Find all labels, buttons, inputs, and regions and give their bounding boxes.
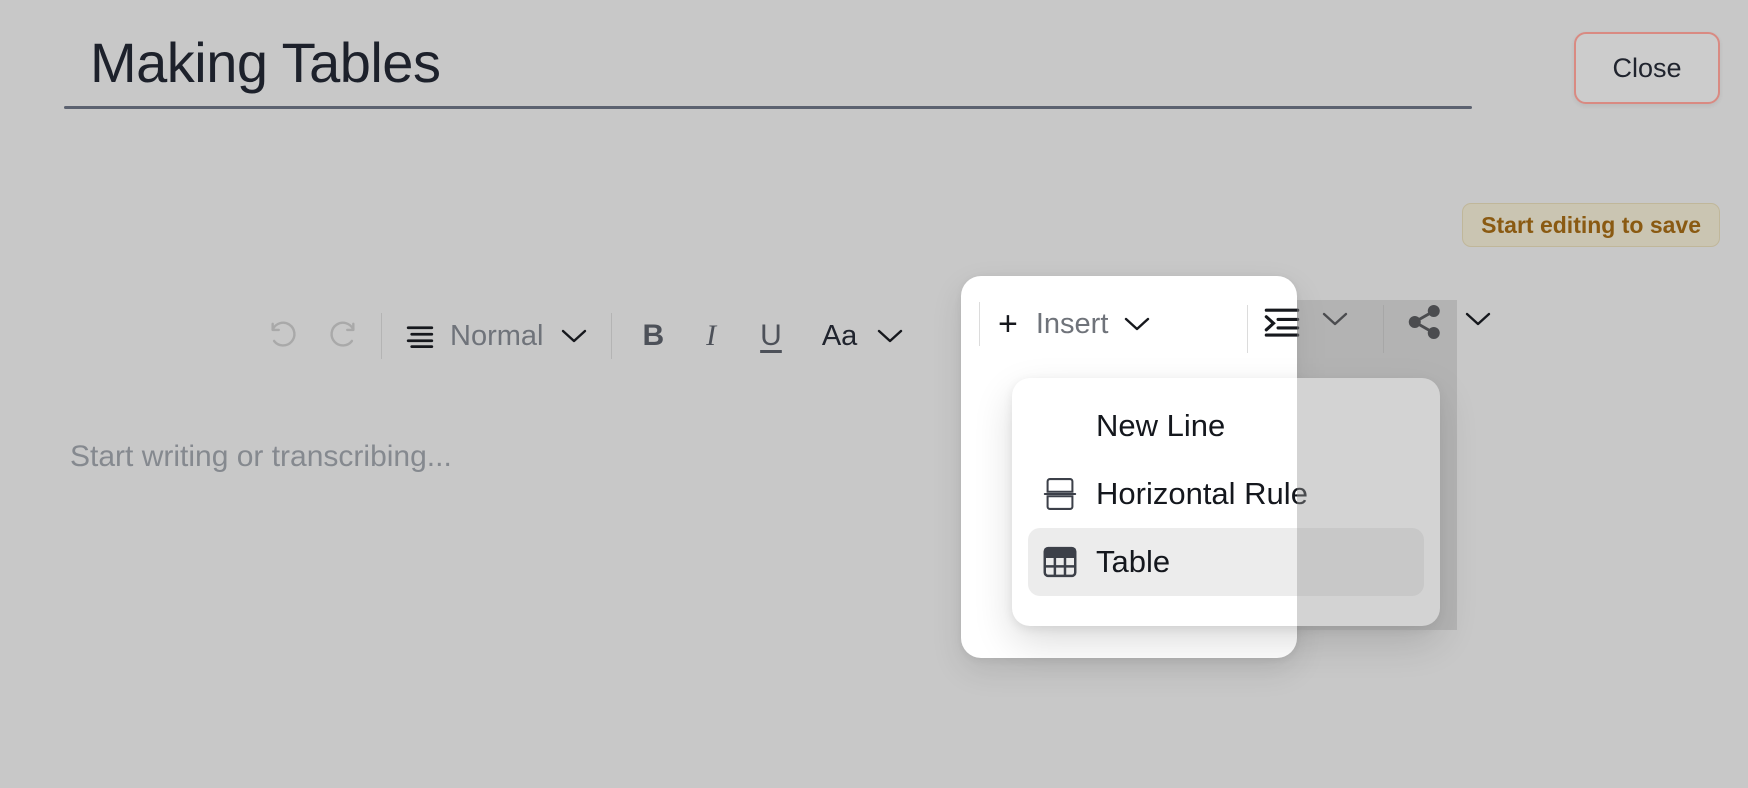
formatting-toolbar: Normal B I U Aa [255,300,913,372]
undo-button[interactable] [255,308,313,364]
menu-item-label: Horizontal Rule [1096,476,1308,512]
font-style-label: Aa [822,320,857,353]
paragraph-style-label: Normal [450,320,543,353]
indent-increase-icon [1262,305,1302,339]
plus-icon: + [998,307,1018,341]
undo-icon [267,319,301,353]
app-root: Making Tables Close Start editing to sav… [0,0,1748,788]
page-title[interactable]: Making Tables [64,28,1472,106]
italic-button[interactable]: I [684,308,738,364]
toolbar-divider [1247,305,1248,353]
indent-button[interactable] [1262,305,1302,339]
chevron-down-icon [1463,310,1493,328]
paragraph-style-button[interactable]: Normal [392,308,601,364]
chevron-down-icon [559,327,589,345]
bold-button[interactable]: B [622,308,684,364]
toolbar-divider [611,313,612,359]
status-badge[interactable]: Start editing to save [1462,203,1720,247]
editor-placeholder[interactable]: Start writing or transcribing... [70,440,452,474]
chevron-down-icon [1122,315,1152,333]
share-button[interactable] [1405,303,1445,341]
underline-button[interactable]: U [738,308,804,364]
close-button-label: Close [1612,53,1681,84]
insert-dropdown-menu: New Line Horizontal Rule [1012,378,1440,626]
title-underline [64,106,1472,109]
toolbar-divider [979,302,980,346]
menu-item-label: New Line [1096,408,1225,444]
chevron-down-icon [1320,310,1350,328]
menu-item-new-line[interactable]: New Line [1028,392,1424,460]
toolbar-divider [1383,305,1384,353]
menu-item-horizontal-rule[interactable]: Horizontal Rule [1028,460,1424,528]
chevron-down-icon [875,327,905,345]
italic-label: I [706,319,716,353]
menu-item-label: Table [1096,544,1170,580]
status-badge-label: Start editing to save [1481,212,1701,239]
underline-label: U [760,319,782,353]
share-icon [1405,303,1445,341]
bold-label: B [642,319,664,353]
document-title-area: Making Tables [64,28,1472,109]
font-style-button[interactable]: Aa [804,308,913,364]
text-align-icon [404,323,436,349]
table-icon [1042,544,1078,580]
close-button[interactable]: Close [1574,32,1720,104]
redo-button[interactable] [313,308,371,364]
horizontal-rule-icon [1042,475,1078,513]
redo-icon [325,319,359,353]
indent-dropdown-button[interactable] [1320,310,1350,328]
share-dropdown-button[interactable] [1463,310,1493,328]
menu-item-table[interactable]: Table [1028,528,1424,596]
toolbar-divider [381,313,382,359]
insert-label: Insert [1036,308,1109,341]
